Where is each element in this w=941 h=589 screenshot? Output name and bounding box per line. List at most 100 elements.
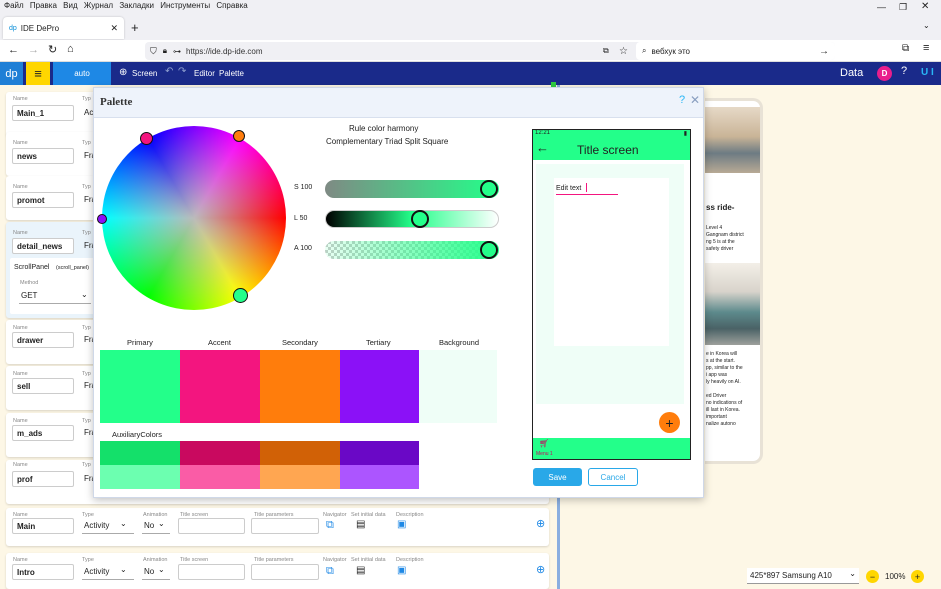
- aux-light-primary[interactable]: [100, 465, 180, 489]
- title-params-input[interactable]: [251, 564, 319, 580]
- menu-tools[interactable]: Инструменты: [160, 1, 210, 10]
- menu-bookmarks[interactable]: Закладки: [119, 1, 154, 10]
- menu-view[interactable]: Вид: [63, 1, 77, 10]
- menu-history[interactable]: Журнал: [84, 1, 113, 10]
- save-button[interactable]: Save: [533, 468, 582, 486]
- title-params-input[interactable]: [251, 518, 319, 534]
- description-icon[interactable]: ▣: [397, 565, 406, 576]
- aux-dark-primary[interactable]: [100, 441, 180, 465]
- reload-icon[interactable]: ↻: [48, 43, 57, 56]
- accent-swatch[interactable]: [180, 350, 260, 423]
- wheel-handle-primary[interactable]: [233, 288, 248, 303]
- scroll-panel-card[interactable]: ScrollPanel (scroll_panel) Method GET ⌄: [10, 258, 96, 314]
- close-window-icon[interactable]: ✕: [921, 1, 929, 12]
- secondary-swatch[interactable]: [260, 350, 340, 423]
- rule-square[interactable]: Square: [423, 137, 449, 146]
- overflow-menu-icon[interactable]: ≡: [923, 42, 929, 54]
- menu-file[interactable]: Файл: [4, 1, 24, 10]
- wheel-handle-secondary[interactable]: [233, 130, 245, 142]
- title-screen-input[interactable]: [178, 518, 245, 534]
- edit-text-field[interactable]: Edit text: [556, 185, 581, 192]
- background-swatch[interactable]: [419, 350, 497, 423]
- screen-name-input[interactable]: Main: [12, 518, 74, 534]
- screen-button[interactable]: Screen: [132, 69, 157, 78]
- aux-light-accent[interactable]: [180, 465, 260, 489]
- initial-data-icon[interactable]: ▤: [356, 565, 365, 576]
- redo-icon[interactable]: ↷: [178, 66, 186, 77]
- minimize-icon[interactable]: —: [877, 2, 886, 12]
- screen-name-input[interactable]: promot: [12, 192, 74, 208]
- rule-triad[interactable]: Triad: [385, 137, 403, 146]
- lightness-knob[interactable]: [411, 210, 429, 228]
- data-button[interactable]: Data: [840, 67, 863, 79]
- back-icon[interactable]: ←: [8, 44, 19, 56]
- tab-list-icon[interactable]: ⌄: [923, 21, 930, 30]
- screen-name-input[interactable]: detail_news: [12, 238, 74, 254]
- extensions-icon[interactable]: ⧉: [902, 43, 909, 54]
- back-arrow-icon[interactable]: ←: [536, 140, 549, 155]
- tab-close-icon[interactable]: ✕: [110, 23, 118, 34]
- forward-icon[interactable]: →: [28, 44, 39, 56]
- avatar[interactable]: D: [877, 66, 892, 81]
- alpha-slider[interactable]: [325, 241, 499, 259]
- url-bar[interactable]: ⛉ 🔒︎ ⊶ https://ide.dp-ide.com ⧉ ☆ ⌕ вебх…: [145, 42, 835, 60]
- screen-row-intro[interactable]: Name Intro Type Activity ⌄ Animation No …: [6, 553, 549, 589]
- wheel-handle-tertiary[interactable]: [97, 214, 107, 224]
- screen-name-input[interactable]: Intro: [12, 564, 74, 580]
- device-select[interactable]: 425*897 Samsung A10 ⌄: [747, 568, 859, 584]
- search-field[interactable]: ⌕ вебхук это →: [636, 42, 835, 60]
- description-icon[interactable]: ▣: [397, 519, 406, 530]
- aux-dark-tertiary[interactable]: [340, 441, 419, 465]
- initial-data-icon[interactable]: ▤: [356, 519, 365, 530]
- editor-tab[interactable]: Editor: [194, 69, 215, 78]
- saturation-knob[interactable]: [480, 180, 498, 198]
- fab-button[interactable]: +: [659, 412, 680, 433]
- add-circle-icon[interactable]: ⊕: [536, 563, 545, 576]
- screen-name-input[interactable]: drawer: [12, 332, 74, 348]
- navigator-icon[interactable]: ⧉: [326, 565, 334, 578]
- alpha-knob[interactable]: [480, 241, 498, 259]
- restore-icon[interactable]: ❐: [899, 2, 907, 13]
- rule-complementary[interactable]: Complementary: [326, 137, 382, 146]
- screen-name-input[interactable]: news: [12, 148, 74, 164]
- menu-edit[interactable]: Правка: [30, 1, 57, 10]
- rule-split[interactable]: Split: [405, 137, 421, 146]
- add-circle-icon[interactable]: ⊕: [536, 517, 545, 530]
- help-icon[interactable]: ?: [679, 94, 685, 106]
- aux-dark-secondary[interactable]: [260, 441, 340, 465]
- ui-button[interactable]: U I: [921, 67, 934, 78]
- bookmark-star-icon[interactable]: ☆: [619, 46, 628, 57]
- close-icon[interactable]: ✕: [690, 93, 700, 107]
- aux-light-tertiary[interactable]: [340, 465, 419, 489]
- home-icon[interactable]: ⌂: [67, 43, 74, 55]
- screen-name-input[interactable]: Main_1: [12, 105, 74, 121]
- screen-row-main[interactable]: Name Main Type Activity ⌄ Animation No ⌄…: [6, 508, 549, 546]
- tertiary-swatch[interactable]: [340, 350, 419, 423]
- screen-name-input[interactable]: sell: [12, 378, 74, 394]
- screen-name-input[interactable]: m_ads: [12, 425, 74, 441]
- mode-auto-button[interactable]: auto: [53, 62, 111, 85]
- hamburger-menu-button[interactable]: ≡: [26, 62, 50, 85]
- add-screen-icon[interactable]: ⊕: [119, 67, 127, 78]
- saturation-slider[interactable]: [325, 180, 499, 198]
- color-wheel[interactable]: [102, 126, 286, 310]
- animation-select[interactable]: No: [142, 518, 170, 534]
- aux-light-secondary[interactable]: [260, 465, 340, 489]
- palette-tab[interactable]: Palette: [219, 69, 244, 78]
- cancel-button[interactable]: Cancel: [588, 468, 638, 486]
- aux-dark-accent[interactable]: [180, 441, 260, 465]
- primary-swatch[interactable]: [100, 350, 180, 423]
- translate-icon[interactable]: ⧉: [603, 46, 609, 56]
- menu-help[interactable]: Справка: [216, 1, 247, 10]
- zoom-in-button[interactable]: +: [911, 570, 924, 583]
- cart-icon[interactable]: 🛒︎: [539, 439, 549, 448]
- browser-tab[interactable]: dp IDE DePro ✕: [3, 17, 124, 39]
- title-screen-input[interactable]: [178, 564, 245, 580]
- navigator-icon[interactable]: ⧉: [326, 519, 334, 532]
- screen-name-input[interactable]: prof: [12, 471, 74, 487]
- wheel-handle-accent[interactable]: [140, 132, 153, 145]
- help-icon[interactable]: ?: [901, 65, 907, 77]
- zoom-out-button[interactable]: −: [866, 570, 879, 583]
- go-arrow-icon[interactable]: →: [819, 46, 829, 57]
- animation-select[interactable]: No: [142, 564, 170, 580]
